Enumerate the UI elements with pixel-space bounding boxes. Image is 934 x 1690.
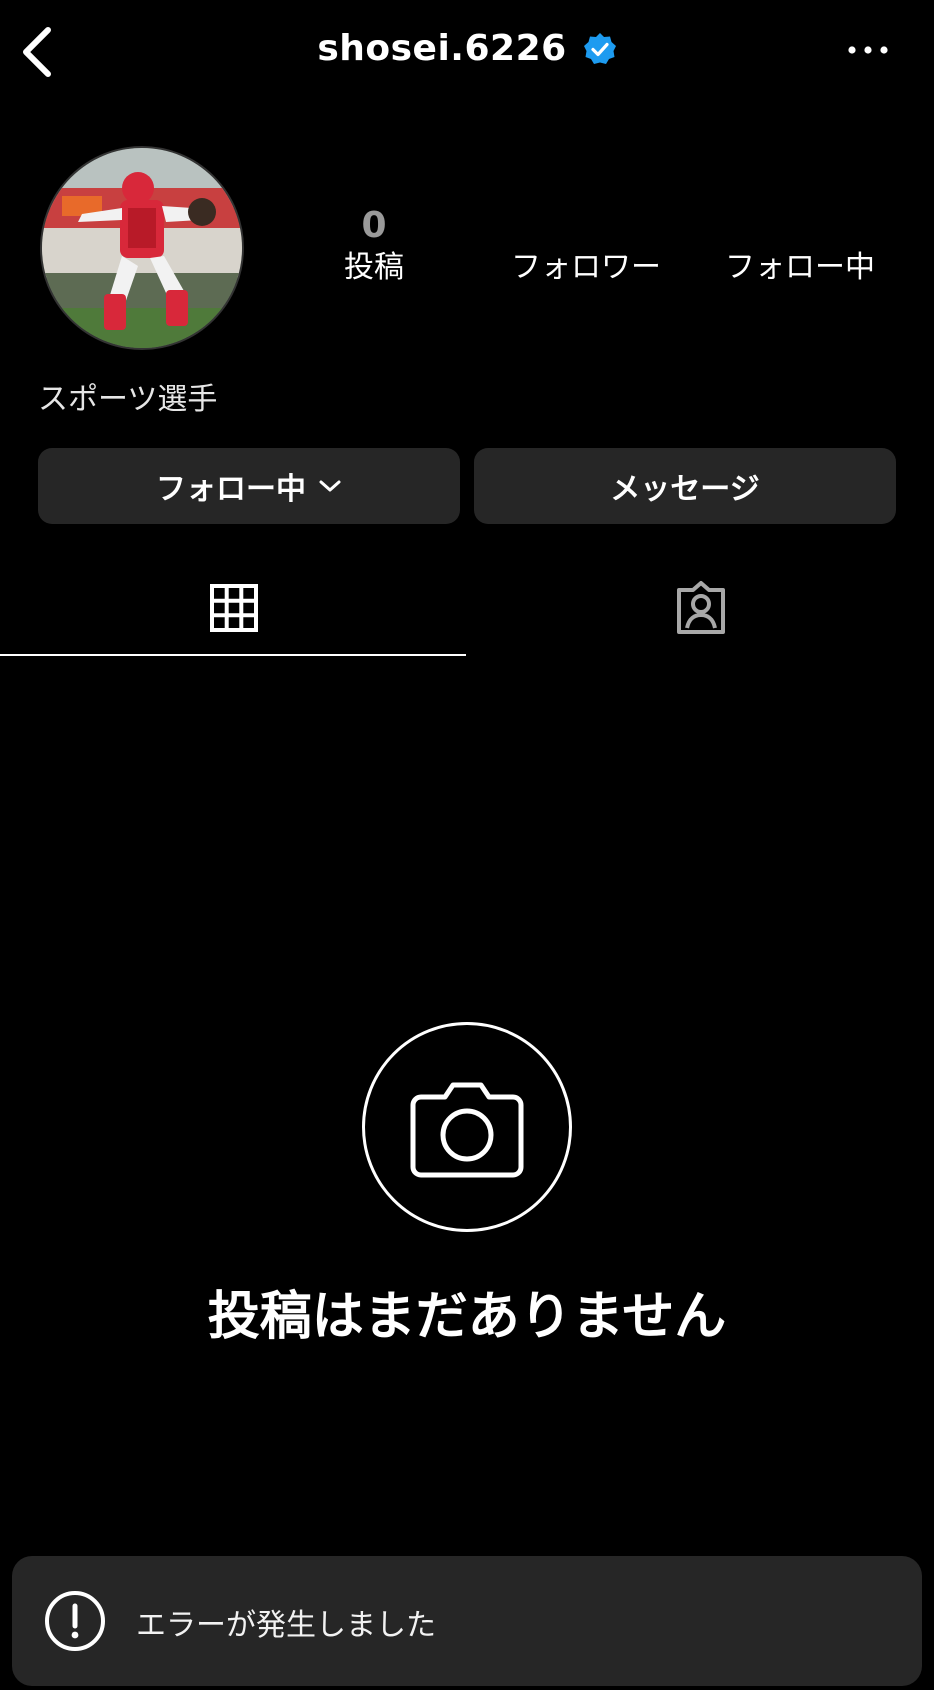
tagged-person-icon	[676, 581, 725, 634]
chevron-down-icon	[319, 480, 341, 492]
error-toast[interactable]: エラーが発生しました	[12, 1556, 922, 1686]
grid-icon	[209, 584, 258, 632]
profile-page: shosei.6226 0 投稿 フォロワー フォロー中 スポーツ選手 フォロー…	[0, 0, 934, 1690]
avatar-photo	[42, 148, 242, 348]
tab-posts-grid[interactable]	[0, 560, 467, 656]
posts-count: 0	[361, 205, 387, 246]
error-toast-text: エラーが発生しました	[136, 1608, 436, 1643]
empty-state-text: 投稿はまだありません	[207, 1287, 727, 1347]
profile-title: shosei.6226	[0, 28, 934, 69]
followers-stat[interactable]: フォロワー	[498, 248, 674, 288]
following-button[interactable]: フォロー中	[38, 448, 460, 524]
active-tab-indicator	[0, 654, 466, 656]
tab-tagged[interactable]	[467, 560, 934, 656]
profile-category: スポーツ選手	[38, 382, 218, 417]
camera-icon	[410, 1082, 524, 1178]
message-button[interactable]: メッセージ	[474, 448, 896, 524]
exclamation-circle-icon	[45, 1591, 105, 1651]
posts-stat: 0 投稿	[324, 204, 424, 288]
message-button-label: メッセージ	[610, 472, 760, 507]
profile-header: shosei.6226	[0, 0, 934, 110]
more-options-button[interactable]	[846, 40, 890, 60]
empty-state-icon-circle	[362, 1022, 572, 1232]
following-button-label: フォロー中	[156, 472, 306, 507]
posts-label: 投稿	[344, 250, 404, 285]
following-stat[interactable]: フォロー中	[712, 248, 888, 288]
username: shosei.6226	[317, 28, 567, 69]
followers-label: フォロワー	[511, 250, 661, 285]
more-dots-icon	[848, 46, 888, 54]
avatar[interactable]	[40, 146, 244, 350]
following-label: フォロー中	[725, 250, 875, 285]
verified-badge-icon	[583, 32, 616, 64]
